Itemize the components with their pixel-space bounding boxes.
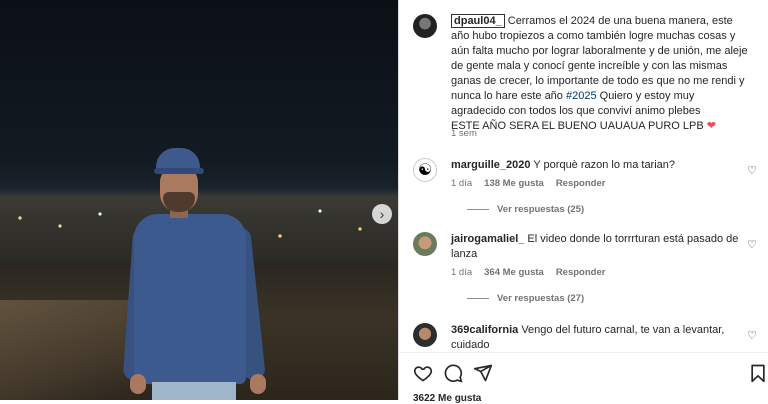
beard (163, 192, 195, 212)
commenter-avatar[interactable] (413, 323, 437, 347)
caption-meta: 1 sem (451, 128, 477, 139)
post-likes-count[interactable]: 3622 Me gusta (413, 393, 481, 404)
comment-text: 369california Vengo del futuro carnal, t… (451, 323, 751, 353)
bookmark-icon[interactable] (749, 363, 767, 388)
caption-line-two: ESTE AÑO SERA EL BUENO UAUAUA PURO LPB (451, 120, 707, 132)
comment-like-icon[interactable]: ♡ (747, 329, 757, 342)
replies-line (467, 209, 489, 210)
comment-text: marguille_2020 Y porquè razon lo ma tari… (451, 158, 751, 173)
jeans (152, 382, 236, 400)
author-avatar[interactable] (413, 14, 437, 38)
comment-like-icon[interactable]: ♡ (747, 164, 757, 177)
comment-bubble-icon[interactable] (443, 363, 463, 388)
comment-likes[interactable]: 138 Me gusta (484, 178, 544, 189)
replies-line (467, 298, 489, 299)
comment-body: Y porquè razon lo ma tarian? (530, 159, 676, 171)
post-time: 1 sem (451, 128, 477, 139)
comment-username[interactable]: marguille_2020 (451, 159, 531, 171)
heart-outline-icon[interactable] (413, 363, 433, 388)
author-username[interactable]: dpaul04_ (451, 14, 505, 28)
view-replies-label: Ver respuestas (25) (497, 204, 585, 215)
right-hand (250, 374, 266, 394)
dry-brush (0, 300, 140, 400)
next-photo-button[interactable]: › (372, 204, 392, 224)
reply-button[interactable]: Responder (556, 178, 606, 189)
comment-username[interactable]: jairogamaliel_ (451, 233, 524, 245)
post-photo: › (0, 0, 398, 400)
caption-body: Cerramos el 2024 de una buena manera, es… (451, 15, 748, 102)
hashtag-link[interactable]: #2025 (566, 90, 597, 102)
comment-meta: 1 día 364 Me gusta Responder (451, 267, 605, 278)
comment-time: 1 día (451, 178, 473, 189)
comment-like-icon[interactable]: ♡ (747, 238, 757, 251)
comments-panel: dpaul04_ Cerramos el 2024 de una buena m… (398, 0, 768, 404)
comment-likes[interactable]: 364 Me gusta (484, 267, 544, 278)
chevron-right-icon: › (379, 206, 385, 222)
paper-plane-icon[interactable] (473, 363, 493, 388)
reply-button[interactable]: Responder (556, 267, 606, 278)
comment-username[interactable]: 369california (451, 324, 518, 336)
caption-text: dpaul04_ Cerramos el 2024 de una buena m… (451, 14, 751, 134)
view-replies-button[interactable]: Ver respuestas (25) (467, 204, 584, 215)
comment-meta: 1 día 138 Me gusta Responder (451, 178, 605, 189)
comment-text: jairogamaliel_ El video donde lo torrrtu… (451, 232, 751, 262)
left-hand (130, 374, 146, 394)
commenter-avatar[interactable] (413, 232, 437, 256)
blue-shirt (134, 214, 246, 384)
person-figure (122, 148, 276, 400)
view-replies-button[interactable]: Ver respuestas (27) (467, 293, 584, 304)
cap-brim (154, 168, 204, 174)
red-heart-emoji: ❤ (706, 120, 716, 132)
comment-time: 1 día (451, 267, 473, 278)
yin-yang-icon: ☯ (417, 162, 433, 179)
view-replies-label: Ver respuestas (27) (497, 293, 585, 304)
commenter-avatar[interactable]: ☯ (413, 158, 437, 182)
